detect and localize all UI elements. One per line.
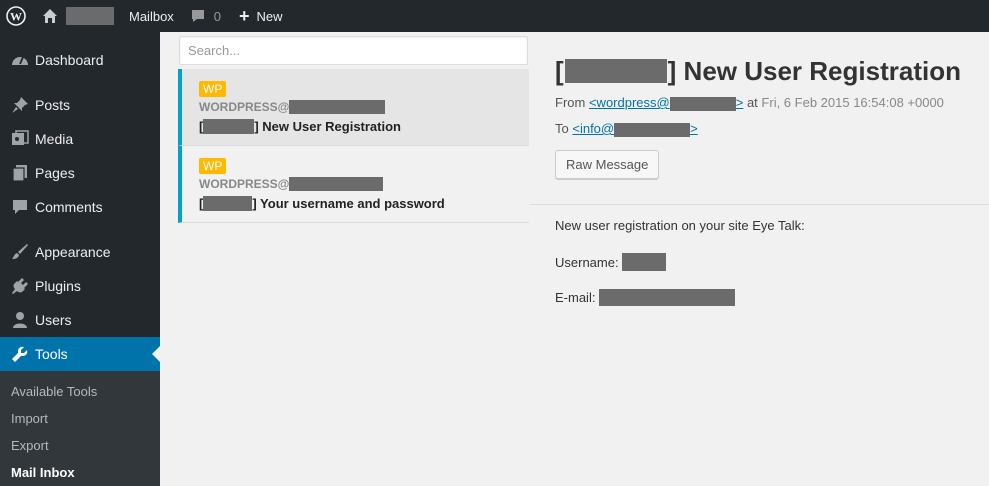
wordpress-logo-icon[interactable]: W <box>0 0 32 32</box>
username-label: Username: <box>555 254 619 270</box>
message-body-email: E-mail: <box>555 289 736 306</box>
message-body-username: Username: <box>555 253 667 271</box>
message-from: From <wordpress@ > at Fri, 6 Feb 2015 16:… <box>555 95 944 111</box>
to-address-end: > <box>690 121 698 136</box>
sidebar-item-label: Users <box>35 312 72 328</box>
site-home-link[interactable] <box>32 0 114 32</box>
email-label: E-mail: <box>555 290 596 305</box>
sidebar-item-comments[interactable]: Comments <box>0 190 160 224</box>
comment-icon <box>191 10 204 22</box>
sidebar-item-media[interactable]: Media <box>0 122 160 156</box>
admin-sidebar: Dashboard Posts Media Pages Comments App… <box>0 32 160 486</box>
redacted-domain <box>289 177 384 191</box>
to-address-link[interactable]: <info@ > <box>572 121 698 137</box>
sidebar-item-label: Tools <box>35 346 68 362</box>
sender-label: WORDPRESS@ <box>199 177 290 191</box>
brush-icon <box>10 242 30 262</box>
submenu-item-import[interactable]: Import <box>0 405 160 432</box>
raw-message-button[interactable]: Raw Message <box>555 150 660 179</box>
sidebar-item-label: Pages <box>35 165 75 181</box>
redacted-username <box>622 253 667 271</box>
sidebar-item-plugins[interactable]: Plugins <box>0 269 160 303</box>
sidebar-item-label: Comments <box>35 199 103 215</box>
comment-icon <box>10 197 30 217</box>
new-label: New <box>256 8 283 24</box>
subject-text: ] Your username and password <box>252 195 445 211</box>
sidebar-item-tools[interactable]: Tools <box>0 337 160 371</box>
sidebar-item-label: Dashboard <box>35 52 104 68</box>
redacted-site-name <box>203 195 253 211</box>
search-input[interactable] <box>179 36 528 65</box>
submenu-item-export[interactable]: Export <box>0 432 160 459</box>
redacted-domain <box>669 96 736 111</box>
to-label: To <box>555 121 569 137</box>
sidebar-item-label: Media <box>35 131 74 147</box>
divider <box>530 204 989 205</box>
at-label: at <box>746 95 758 111</box>
message-list-item[interactable]: WP WORDPRESS@ [ ] New User Registration <box>178 69 529 146</box>
pin-icon <box>10 95 30 115</box>
plug-icon <box>10 276 30 296</box>
message-subject: [ ] New User Registration <box>199 117 529 135</box>
wp-badge: WP <box>199 81 227 97</box>
user-icon <box>10 310 30 330</box>
title-open-bracket: [ <box>555 55 564 86</box>
to-address: <info@ <box>572 121 615 136</box>
message-detail-pane: [ ] New User Registration From <wordpres… <box>530 32 989 486</box>
message-sender: WORDPRESS@ <box>199 99 529 115</box>
sidebar-item-label: Appearance <box>35 244 111 260</box>
message-body-intro: New user registration on your site Eye T… <box>555 218 805 233</box>
message-sender: WORDPRESS@ <box>199 176 529 192</box>
sidebar-item-appearance[interactable]: Appearance <box>0 235 160 269</box>
redacted-email <box>599 289 736 306</box>
media-icon <box>10 129 30 149</box>
submenu-item-available-tools[interactable]: Available Tools <box>0 378 160 405</box>
message-to: To <info@ > <box>555 121 698 137</box>
mailbox-label: Mailbox <box>129 8 174 24</box>
sidebar-item-pages[interactable]: Pages <box>0 156 160 190</box>
redacted-domain <box>289 100 386 114</box>
wrench-icon <box>10 344 30 364</box>
redacted-domain <box>614 122 691 137</box>
wp-badge: WP <box>199 158 227 174</box>
message-subject: [ ] Your username and password <box>199 194 529 212</box>
dashboard-icon <box>10 50 30 70</box>
sidebar-item-label: Plugins <box>35 278 81 294</box>
sidebar-item-label: Posts <box>35 97 71 113</box>
mailbox-link[interactable]: Mailbox <box>129 0 174 32</box>
comments-link[interactable]: 0 <box>190 0 221 32</box>
tools-submenu: Available Tools Import Export Mail Inbox <box>0 371 160 486</box>
pages-icon <box>10 163 30 183</box>
svg-text:W: W <box>10 10 22 24</box>
submenu-item-mail-inbox[interactable]: Mail Inbox <box>0 459 160 486</box>
new-content-link[interactable]: + New <box>239 0 283 32</box>
redacted-site-name <box>203 118 255 134</box>
sidebar-item-posts[interactable]: Posts <box>0 88 160 122</box>
from-address-end: > <box>735 95 744 110</box>
message-title: [ ] New User Registration <box>555 56 961 86</box>
plus-icon: + <box>239 6 250 26</box>
from-label: From <box>555 95 586 111</box>
message-date: Fri, 6 Feb 2015 16:54:08 +0000 <box>761 95 944 111</box>
message-list-item[interactable]: WP WORDPRESS@ [ ] Your username and pass… <box>178 146 529 223</box>
from-address: <wordpress@ <box>588 95 670 110</box>
sender-label: WORDPRESS@ <box>199 100 290 114</box>
sidebar-item-users[interactable]: Users <box>0 303 160 337</box>
sidebar-item-dashboard[interactable]: Dashboard <box>0 43 160 77</box>
message-list-pane: WP WORDPRESS@ [ ] New User Registration … <box>178 32 529 486</box>
comments-count: 0 <box>213 8 222 24</box>
redacted-site-name <box>66 7 114 25</box>
title-text: ] New User Registration <box>667 55 961 86</box>
redacted-site-name <box>564 59 667 83</box>
home-icon <box>43 9 57 23</box>
from-address-link[interactable]: <wordpress@ > <box>589 95 743 111</box>
admin-bar: W Mailbox 0 + New <box>0 0 989 32</box>
subject-text: ] New User Registration <box>254 118 401 134</box>
